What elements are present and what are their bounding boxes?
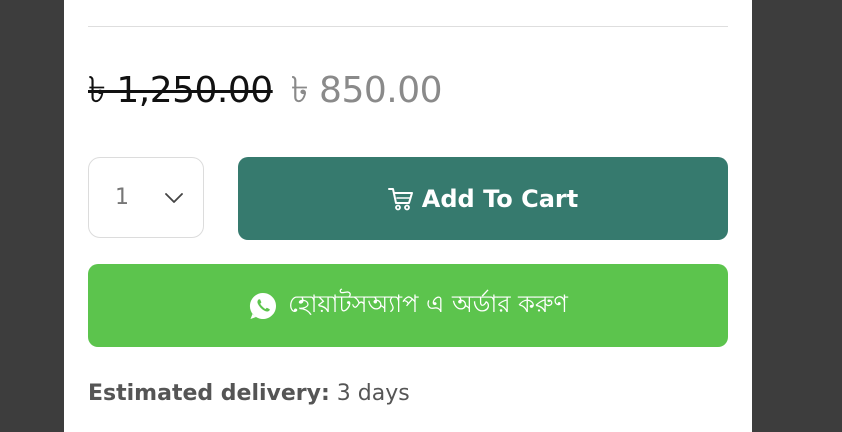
quantity-select[interactable]: 1 <box>88 157 204 238</box>
estimated-delivery: Estimated delivery: 3 days <box>88 381 410 406</box>
whatsapp-icon <box>248 291 278 321</box>
sale-price: ৳ 850.00 <box>290 70 443 111</box>
chevron-down-icon <box>165 192 183 203</box>
price-row: ৳ 1,250.00 ৳ 850.00 <box>88 68 443 118</box>
whatsapp-order-button[interactable]: হোয়াটসঅ্যাপ এ অর্ডার করুণ <box>88 264 728 347</box>
cart-icon <box>387 187 414 211</box>
whatsapp-order-label: হোয়াটসঅ্যাপ এ অর্ডার করুণ <box>288 289 568 318</box>
delivery-label: Estimated delivery: <box>88 381 330 406</box>
add-to-cart-button[interactable]: Add To Cart <box>238 157 728 240</box>
add-to-cart-label: Add To Cart <box>421 184 579 213</box>
product-panel: ৳ 1,250.00 ৳ 850.00 1 Add To Cart হোয়াট… <box>64 0 752 432</box>
quantity-value: 1 <box>115 185 129 210</box>
divider <box>88 26 728 27</box>
delivery-value: 3 days <box>329 381 410 406</box>
old-price: ৳ 1,250.00 <box>88 70 273 111</box>
